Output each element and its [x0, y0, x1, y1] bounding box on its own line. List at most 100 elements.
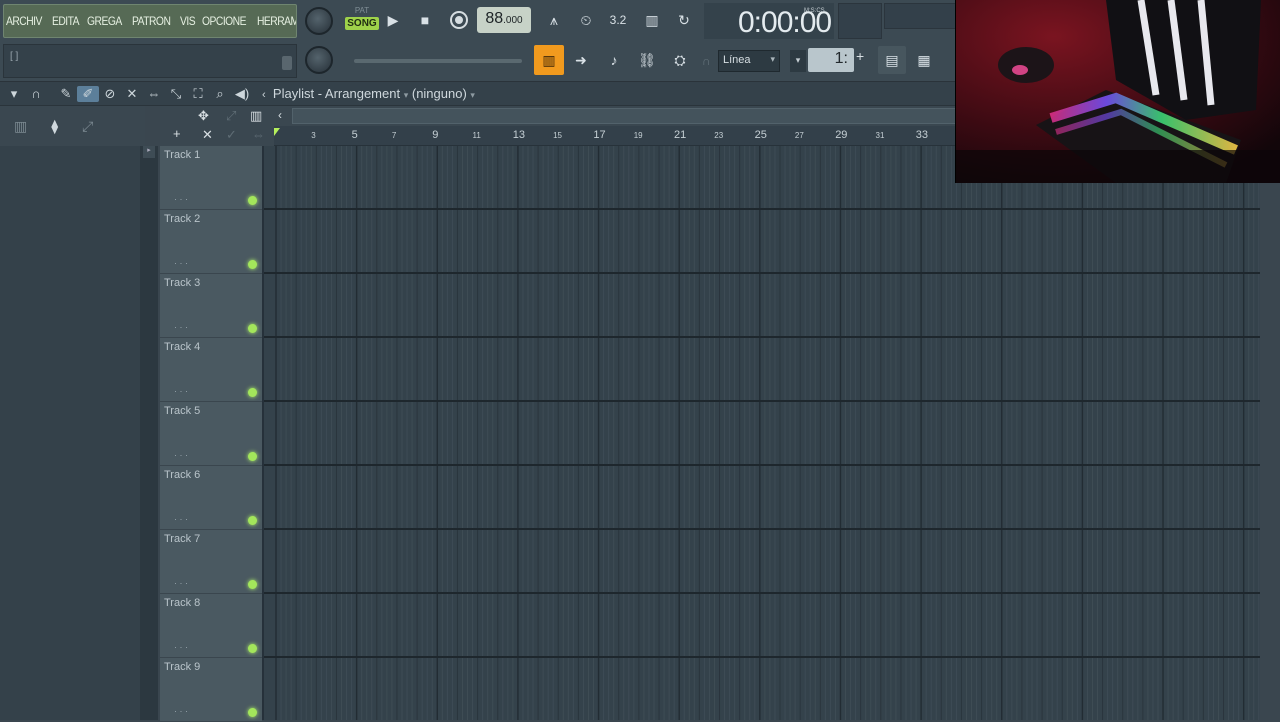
chevron-down-icon[interactable]: ▾	[3, 86, 25, 102]
pencil-icon[interactable]: ✎	[55, 86, 77, 102]
record-icon	[452, 13, 466, 27]
track-grip-icon[interactable]: · · ·	[174, 194, 188, 204]
position-slider[interactable]	[354, 59, 522, 63]
scroll-up-icon[interactable]: ▸	[143, 146, 155, 158]
piano-icon[interactable]: ▥	[250, 108, 262, 124]
track-header[interactable]: Track 6 · · ·	[160, 466, 262, 530]
record-button[interactable]	[445, 6, 473, 34]
time-format-label: M:S:CS	[804, 8, 825, 14]
select-icon[interactable]: ⛶	[187, 86, 209, 102]
delete-icon[interactable]: ⊘	[99, 86, 121, 102]
webcam-image	[956, 0, 1280, 183]
paint-brush-icon[interactable]: ✐	[77, 85, 99, 102]
track-grip-icon[interactable]: · · ·	[174, 642, 188, 652]
track-header[interactable]: Track 7 · · ·	[160, 530, 262, 594]
slip-icon[interactable]: ⇔	[143, 86, 165, 101]
track-mute-led[interactable]	[248, 260, 257, 269]
playhead-marker[interactable]	[274, 128, 280, 136]
menu-item-patron[interactable]: PATRON	[132, 14, 171, 28]
track-grip-icon[interactable]: · · ·	[174, 386, 188, 396]
track-header[interactable]: Track 9 · · ·	[160, 658, 262, 722]
close-icon[interactable]: ✕	[202, 127, 213, 143]
menu-item-editar[interactable]: EDITA	[52, 14, 80, 28]
menu-item-opciones[interactable]: OPCIONE	[202, 14, 247, 28]
track-header[interactable]: Track 8 · · ·	[160, 594, 262, 658]
track-mute-led[interactable]	[248, 516, 257, 525]
track-grip-icon[interactable]: · · ·	[174, 578, 188, 588]
mixer-button[interactable]: ▤	[878, 46, 906, 74]
magnet-icon[interactable]: ∩	[25, 86, 47, 101]
step-field[interactable]: 1:	[808, 48, 854, 72]
loop-record-button[interactable]: ↻	[670, 6, 698, 34]
picker-automation-icon[interactable]: ⤢	[82, 118, 93, 135]
playlist-view-button[interactable]: ▥	[534, 45, 564, 75]
step-edit-button[interactable]: ▥	[638, 6, 666, 34]
track-header[interactable]: Track 2 · · ·	[160, 210, 262, 274]
track-grip-icon[interactable]: · · ·	[174, 258, 188, 268]
pat-song-toggle[interactable]: PAT SONG	[345, 6, 379, 36]
zoom-icon[interactable]: ⌕	[209, 86, 231, 102]
wait-input-button[interactable]: ⏲	[572, 6, 600, 34]
metronome-icon: ⩚	[550, 11, 558, 28]
hint-bar: [ ]	[3, 44, 297, 78]
check-icon: ✓	[226, 127, 237, 142]
stop-button[interactable]: ■	[411, 6, 439, 34]
track-grip-icon[interactable]: · · ·	[174, 450, 188, 460]
track-mute-led[interactable]	[248, 708, 257, 717]
picker-scrollbar[interactable]: ▸	[140, 146, 158, 720]
slice-icon[interactable]: ⤡	[165, 86, 187, 102]
pattern-selector[interactable]: (ninguno)	[412, 86, 467, 101]
track-mute-led[interactable]	[248, 324, 257, 333]
track-header[interactable]: Track 3 · · ·	[160, 274, 262, 338]
stamp-icon: ⛭	[674, 51, 686, 68]
menu-item-vista[interactable]: VIS	[180, 14, 196, 28]
tempo-display[interactable]: 88.000	[477, 7, 531, 33]
track-grip-icon[interactable]: · · ·	[174, 706, 188, 716]
track-mute-led[interactable]	[248, 644, 257, 653]
track-list: Track 1 · · · Track 2 · · · Track 3 · · · Trac…	[160, 146, 262, 722]
stamp-button[interactable]: ⛭	[666, 46, 694, 74]
picker-patterns-icon[interactable]: ▥	[14, 118, 27, 135]
menu-item-archivo[interactable]: ARCHIV	[6, 14, 42, 28]
track-grip-icon[interactable]: · · ·	[174, 322, 188, 332]
countdown-button[interactable]: 3.2	[604, 6, 632, 34]
track-grip-icon[interactable]: · · ·	[174, 514, 188, 524]
track-mute-led[interactable]	[248, 452, 257, 461]
arrange-icon[interactable]: ✥	[198, 108, 209, 124]
time-display[interactable]: 0:00:00 M:S:CS	[704, 3, 834, 39]
ruler-bar-label: 13	[512, 129, 526, 141]
tempo-value: 88	[485, 10, 504, 27]
add-track-icon[interactable]: +	[173, 126, 181, 141]
step-increment-button[interactable]: +	[856, 48, 870, 72]
ruler-bar-label: 5	[351, 129, 358, 141]
metronome-button[interactable]: ⩚	[540, 6, 568, 34]
vertical-scrollbar[interactable]	[1260, 106, 1280, 720]
master-pitch-knob[interactable]	[305, 46, 333, 74]
track-mute-led[interactable]	[248, 388, 257, 397]
playback-icon[interactable]: ◀)	[231, 86, 253, 102]
resize-icon[interactable]: ⤢	[226, 108, 236, 124]
piano-roll-button[interactable]: ♪	[600, 46, 628, 74]
track-header[interactable]: Track 1 · · ·	[160, 146, 262, 210]
channel-rack-button[interactable]: ➜	[567, 46, 595, 74]
link-button[interactable]: ⛓	[633, 46, 661, 74]
playlist-collapse-icon: ‹	[262, 89, 266, 101]
playlist-title[interactable]: ‹ Playlist - Arrangement ▾ (ninguno) ▾	[262, 86, 475, 101]
menu-item-agregar[interactable]: GREGA	[87, 14, 122, 28]
ruler-bar-label: 21	[674, 129, 687, 141]
snap-select[interactable]: Línea ▾	[718, 50, 780, 72]
browser-button[interactable]: ▦	[910, 46, 938, 74]
track-header[interactable]: Track 4 · · ·	[160, 338, 262, 402]
track-mute-led[interactable]	[248, 196, 257, 205]
play-button[interactable]: ▶	[379, 6, 407, 34]
ruler-bar-label: 3	[311, 131, 316, 140]
track-mute-led[interactable]	[248, 580, 257, 589]
track-header[interactable]: Track 5 · · ·	[160, 402, 262, 466]
mute-icon[interactable]: ✕	[121, 86, 143, 102]
chevron-left-icon[interactable]: ‹	[278, 108, 282, 122]
step-decrement-button[interactable]: ▾	[790, 50, 806, 72]
picker-audio-icon[interactable]: ⧫	[51, 118, 58, 135]
master-volume-knob[interactable]	[305, 7, 333, 35]
menu-item-herramientas[interactable]: HERRAMIENTA	[257, 14, 296, 28]
playlist-grid[interactable]	[262, 146, 1260, 720]
